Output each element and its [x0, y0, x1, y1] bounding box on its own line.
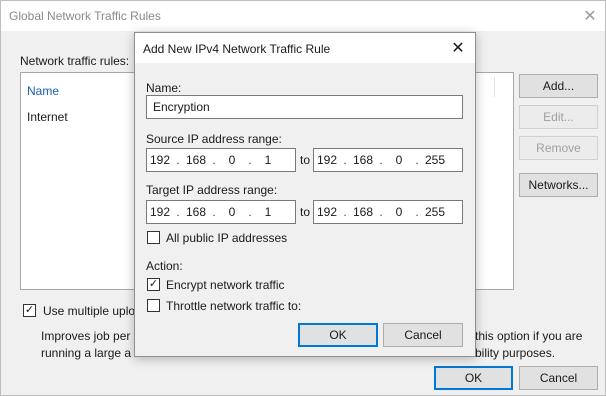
- dialog-titlebar: Add New IPv4 Network Traffic Rule ✕: [135, 33, 475, 63]
- target-to-ip-input[interactable]: 192. 168. 0. 255: [313, 200, 463, 224]
- ip-dot: .: [212, 205, 216, 219]
- ip-dot: .: [379, 153, 383, 167]
- ip-octet: 168: [352, 205, 374, 219]
- ip-dot: .: [415, 205, 419, 219]
- ip-octet: 192: [316, 153, 338, 167]
- ip-dot: .: [212, 153, 216, 167]
- throttle-traffic-checkbox[interactable]: [147, 299, 160, 312]
- outer-ok-button[interactable]: OK: [434, 366, 513, 390]
- edit-button[interactable]: Edit...: [519, 105, 598, 129]
- all-public-ip-label: All public IP addresses: [166, 231, 288, 245]
- description-line: this option if you are: [475, 329, 583, 343]
- list-column-name-header[interactable]: Name: [27, 84, 59, 98]
- ip-octet: 255: [424, 205, 446, 219]
- ip-octet: 255: [424, 153, 446, 167]
- dialog-cancel-button[interactable]: Cancel: [383, 323, 463, 347]
- name-label: Name:: [146, 81, 182, 95]
- ip-octet: 192: [149, 153, 171, 167]
- ip-dot: .: [176, 153, 180, 167]
- dialog-close-icon[interactable]: ✕: [447, 37, 469, 59]
- list-item[interactable]: Internet: [27, 110, 68, 124]
- remove-button[interactable]: Remove: [519, 136, 598, 160]
- ip-octet: 1: [264, 153, 272, 167]
- name-input[interactable]: Encryption: [146, 95, 463, 119]
- source-range-label: Source IP address range:: [146, 132, 282, 146]
- ip-dot: .: [248, 153, 252, 167]
- ip-dot: .: [415, 153, 419, 167]
- add-ipv4-rule-dialog: Add New IPv4 Network Traffic Rule ✕ Name…: [134, 32, 476, 357]
- outer-description-right: this option if you are bility purposes.: [475, 328, 582, 362]
- description-line: running a large a: [41, 346, 132, 360]
- target-from-ip-input[interactable]: 192. 168. 0. 1: [146, 200, 296, 224]
- outer-close-icon[interactable]: ✕: [579, 5, 601, 27]
- check-icon: ✓: [148, 278, 159, 290]
- outer-cancel-button[interactable]: Cancel: [519, 366, 598, 390]
- network-traffic-rules-label: Network traffic rules:: [20, 54, 130, 68]
- use-multiple-upload-checkbox[interactable]: ✓: [23, 304, 36, 317]
- ip-octet: 0: [395, 153, 403, 167]
- all-public-ip-checkbox[interactable]: [147, 231, 160, 244]
- ip-octet: 168: [185, 205, 207, 219]
- ip-octet: 0: [228, 153, 236, 167]
- source-from-ip-input[interactable]: 192. 168. 0. 1: [146, 148, 296, 172]
- outer-window-title: Global Network Traffic Rules: [9, 9, 161, 23]
- outer-description-left: Improves job per running a large a: [41, 328, 131, 362]
- ip-octet: 168: [185, 153, 207, 167]
- check-icon: ✓: [24, 304, 35, 316]
- description-line: bility purposes.: [475, 346, 556, 360]
- target-to-label: to: [300, 205, 311, 219]
- column-separator[interactable]: [494, 77, 495, 97]
- description-line: Improves job per: [41, 329, 131, 343]
- target-range-label: Target IP address range:: [146, 183, 278, 197]
- ip-octet: 0: [228, 205, 236, 219]
- encrypt-traffic-label: Encrypt network traffic: [166, 278, 285, 292]
- ip-dot: .: [379, 205, 383, 219]
- ip-octet: 0: [395, 205, 403, 219]
- ip-dot: .: [343, 205, 347, 219]
- networks-button[interactable]: Networks...: [519, 173, 598, 197]
- ip-dot: .: [248, 205, 252, 219]
- ip-dot: .: [343, 153, 347, 167]
- ip-octet: 168: [352, 153, 374, 167]
- ip-octet: 1: [264, 205, 272, 219]
- ip-octet: 192: [149, 205, 171, 219]
- dialog-title: Add New IPv4 Network Traffic Rule: [143, 42, 331, 56]
- ip-dot: .: [176, 205, 180, 219]
- source-to-ip-input[interactable]: 192. 168. 0. 255: [313, 148, 463, 172]
- encrypt-traffic-checkbox[interactable]: ✓: [147, 278, 160, 291]
- use-multiple-upload-label: Use multiple uplo: [43, 304, 136, 318]
- source-to-label: to: [300, 153, 311, 167]
- outer-titlebar: Global Network Traffic Rules ✕: [1, 1, 605, 31]
- action-label: Action:: [146, 259, 183, 273]
- dialog-ok-button[interactable]: OK: [298, 323, 378, 347]
- ip-octet: 192: [316, 205, 338, 219]
- add-button[interactable]: Add...: [519, 74, 598, 98]
- throttle-traffic-label: Throttle network traffic to:: [166, 299, 302, 313]
